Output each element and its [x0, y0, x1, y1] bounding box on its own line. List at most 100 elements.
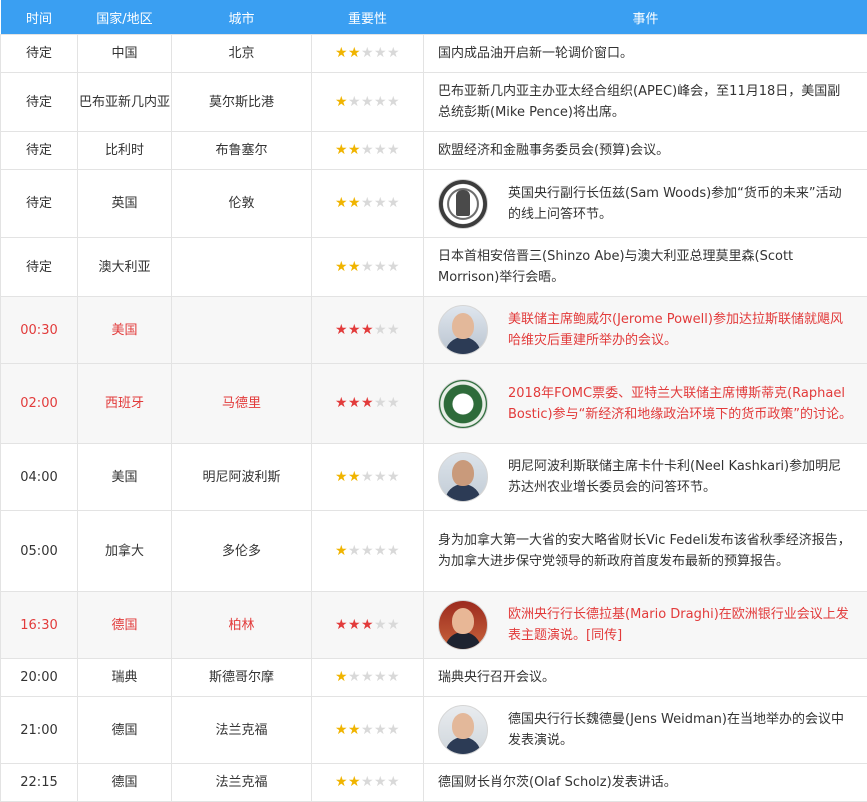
table-row[interactable]: 16:30 德国 柏林 ★★★★★ 欧洲央行行长德拉基(Mario Draghi)在欧洲…	[0, 591, 867, 659]
cell-event: 欧盟经济和金融事务委员会(预算)会议。	[423, 131, 867, 170]
star-empty-icon: ★	[387, 616, 401, 633]
cell-importance: ★★★★★	[311, 443, 424, 511]
table-header-row: 时间 国家/地区 城市 重要性 事件	[0, 0, 867, 35]
cell-importance: ★★★★★	[311, 696, 424, 764]
star-empty-icon: ★	[348, 93, 362, 110]
event-text: 身为加拿大第一大省的安大略省财长Vic Fedeli发布该省秋季经济报告，为加拿…	[438, 533, 851, 569]
cell-country: 比利时	[77, 131, 172, 170]
table-row[interactable]: 02:00 西班牙 马德里 ★★★★★ 2018年FOMC票委、亚特兰大联储主席博斯蒂克…	[0, 363, 867, 444]
star-filled-icon: ★	[348, 321, 362, 338]
star-empty-icon: ★	[374, 395, 388, 411]
star-empty-icon: ★	[374, 321, 388, 338]
cell-city: 明尼阿波利斯	[171, 443, 312, 511]
cell-country: 巴布亚新几内亚	[77, 72, 172, 132]
cell-importance: ★★★★★	[311, 34, 424, 73]
cell-country: 澳大利亚	[77, 237, 172, 297]
star-filled-icon: ★	[361, 616, 375, 633]
event-text: 英国央行副行长伍兹(Sam Woods)参加“货币的未来”活动的线上问答环节。	[508, 185, 842, 222]
cell-city: 布鲁塞尔	[171, 131, 312, 170]
event-text: 美联储主席鲍威尔(Jerome Powell)参加达拉斯联储就飓风哈维灾后重建所…	[508, 312, 843, 348]
table-body: 待定 中国 北京 ★★★★★ 国内成品油开启新一轮调价窗口。 待定 巴布亚新几内亚 莫尔斯比港…	[0, 34, 867, 802]
cell-event: 美联储主席鲍威尔(Jerome Powell)参加达拉斯联储就飓风哈维灾后重建所…	[423, 296, 867, 364]
star-filled-icon: ★	[348, 395, 362, 411]
star-empty-icon: ★	[361, 45, 375, 61]
cell-city	[171, 237, 312, 297]
cell-time: 待定	[0, 72, 78, 132]
cell-importance: ★★★★★	[311, 510, 424, 592]
star-empty-icon: ★	[374, 616, 388, 633]
star-filled-icon: ★	[348, 774, 362, 790]
star-empty-icon: ★	[387, 542, 401, 559]
table-row[interactable]: 待定 巴布亚新几内亚 莫尔斯比港 ★★★★★ 巴布亚新几内亚主办亚太经合组织(APEC)…	[0, 72, 867, 132]
star-filled-icon: ★	[348, 195, 362, 211]
cell-time: 20:00	[0, 658, 78, 697]
importance-stars: ★★★★★	[335, 469, 400, 485]
star-empty-icon: ★	[361, 93, 375, 110]
star-filled-icon: ★	[335, 774, 349, 790]
cell-time: 05:00	[0, 510, 78, 592]
star-filled-icon: ★	[335, 468, 349, 485]
boe-emblem-icon[interactable]	[438, 178, 488, 229]
star-filled-icon: ★	[335, 142, 349, 158]
header-city[interactable]: 城市	[171, 0, 312, 35]
star-empty-icon: ★	[374, 142, 388, 158]
cell-importance: ★★★★★	[311, 169, 424, 238]
star-empty-icon: ★	[374, 258, 388, 275]
weidman-portrait[interactable]	[438, 705, 488, 755]
header-importance[interactable]: 重要性	[311, 0, 424, 35]
star-empty-icon: ★	[387, 395, 401, 411]
cell-city: 莫尔斯比港	[171, 72, 312, 132]
table-row[interactable]: 05:00 加拿大 多伦多 ★★★★★ 身为加拿大第一大省的安大略省财长Vic Fede…	[0, 510, 867, 592]
header-event[interactable]: 事件	[423, 0, 867, 35]
table-row[interactable]: 21:00 德国 法兰克福 ★★★★★ 德国央行行长魏德曼(Jens Weidman)在…	[0, 696, 867, 764]
cell-country: 德国	[77, 696, 172, 764]
event-text: 瑞典央行召开会议。	[438, 670, 556, 685]
importance-stars: ★★★★★	[335, 774, 400, 790]
event-text: 德国央行行长魏德曼(Jens Weidman)在当地举办的会议中发表演说。	[508, 712, 844, 748]
header-country[interactable]: 国家/地区	[77, 0, 172, 35]
star-empty-icon: ★	[387, 774, 401, 790]
cell-time: 00:30	[0, 296, 78, 364]
cell-country: 西班牙	[77, 363, 172, 444]
cell-city: 柏林	[171, 591, 312, 659]
event-text: 德国财长肖尔茨(Olaf Scholz)发表讲话。	[438, 775, 677, 790]
header-time[interactable]: 时间	[0, 0, 78, 35]
cell-city: 北京	[171, 34, 312, 73]
star-empty-icon: ★	[374, 721, 388, 738]
cell-time: 待定	[0, 169, 78, 238]
table-row[interactable]: 待定 中国 北京 ★★★★★ 国内成品油开启新一轮调价窗口。	[0, 34, 867, 73]
star-filled-icon: ★	[335, 45, 349, 61]
table-row[interactable]: 20:00 瑞典 斯德哥尔摩 ★★★★★ 瑞典央行召开会议。	[0, 658, 867, 697]
table-row[interactable]: 22:15 德国 法兰克福 ★★★★★ 德国财长肖尔茨(Olaf Scholz)发表讲话…	[0, 763, 867, 802]
fed-seal-icon[interactable]	[438, 378, 488, 429]
economic-calendar-table: 时间 国家/地区 城市 重要性 事件 待定 中国 北京 ★★★★★ 国内成品油开启新一轮…	[0, 0, 867, 802]
importance-stars: ★★★★★	[335, 617, 400, 633]
cell-country: 加拿大	[77, 510, 172, 592]
star-empty-icon: ★	[361, 258, 375, 275]
star-filled-icon: ★	[335, 195, 349, 211]
table-row[interactable]: 待定 英国 伦敦 ★★★★★ 英国央行副行长伍兹(Sam Woods)参加“货币的未来”…	[0, 169, 867, 238]
cell-country: 中国	[77, 34, 172, 73]
importance-stars: ★★★★★	[335, 259, 400, 275]
star-empty-icon: ★	[348, 542, 362, 559]
cell-city: 多伦多	[171, 510, 312, 592]
powell-portrait[interactable]	[438, 305, 488, 355]
cell-time: 16:30	[0, 591, 78, 659]
cell-country: 德国	[77, 591, 172, 659]
kashkari-portrait[interactable]	[438, 452, 488, 502]
cell-event: 英国央行副行长伍兹(Sam Woods)参加“货币的未来”活动的线上问答环节。	[423, 169, 867, 238]
event-text: 2018年FOMC票委、亚特兰大联储主席博斯蒂克(Raphael Bostic)…	[508, 385, 853, 422]
table-row[interactable]: 00:30 美国 ★★★★★ 美联储主席鲍威尔(Jerome Powell)参加达拉斯…	[0, 296, 867, 364]
cell-event: 德国央行行长魏德曼(Jens Weidman)在当地举办的会议中发表演说。	[423, 696, 867, 764]
star-empty-icon: ★	[387, 669, 401, 685]
draghi-portrait[interactable]	[438, 600, 488, 650]
cell-event: 日本首相安倍晋三(Shinzo Abe)与澳大利亚总理莫里森(Scott Mor…	[423, 237, 867, 297]
event-text: 欧洲央行行长德拉基(Mario Draghi)在欧洲银行业会议上发表主题演说。[…	[508, 607, 849, 643]
table-row[interactable]: 04:00 美国 明尼阿波利斯 ★★★★★ 明尼阿波利斯联储主席卡什卡利(Neel Ka…	[0, 443, 867, 511]
table-row[interactable]: 待定 比利时 布鲁塞尔 ★★★★★ 欧盟经济和金融事务委员会(预算)会议。	[0, 131, 867, 170]
star-filled-icon: ★	[335, 669, 349, 685]
event-text: 国内成品油开启新一轮调价窗口。	[438, 46, 634, 61]
table-row[interactable]: 待定 澳大利亚 ★★★★★ 日本首相安倍晋三(Shinzo Abe)与澳大利亚总理莫里…	[0, 237, 867, 297]
star-empty-icon: ★	[361, 195, 375, 211]
cell-city: 法兰克福	[171, 696, 312, 764]
